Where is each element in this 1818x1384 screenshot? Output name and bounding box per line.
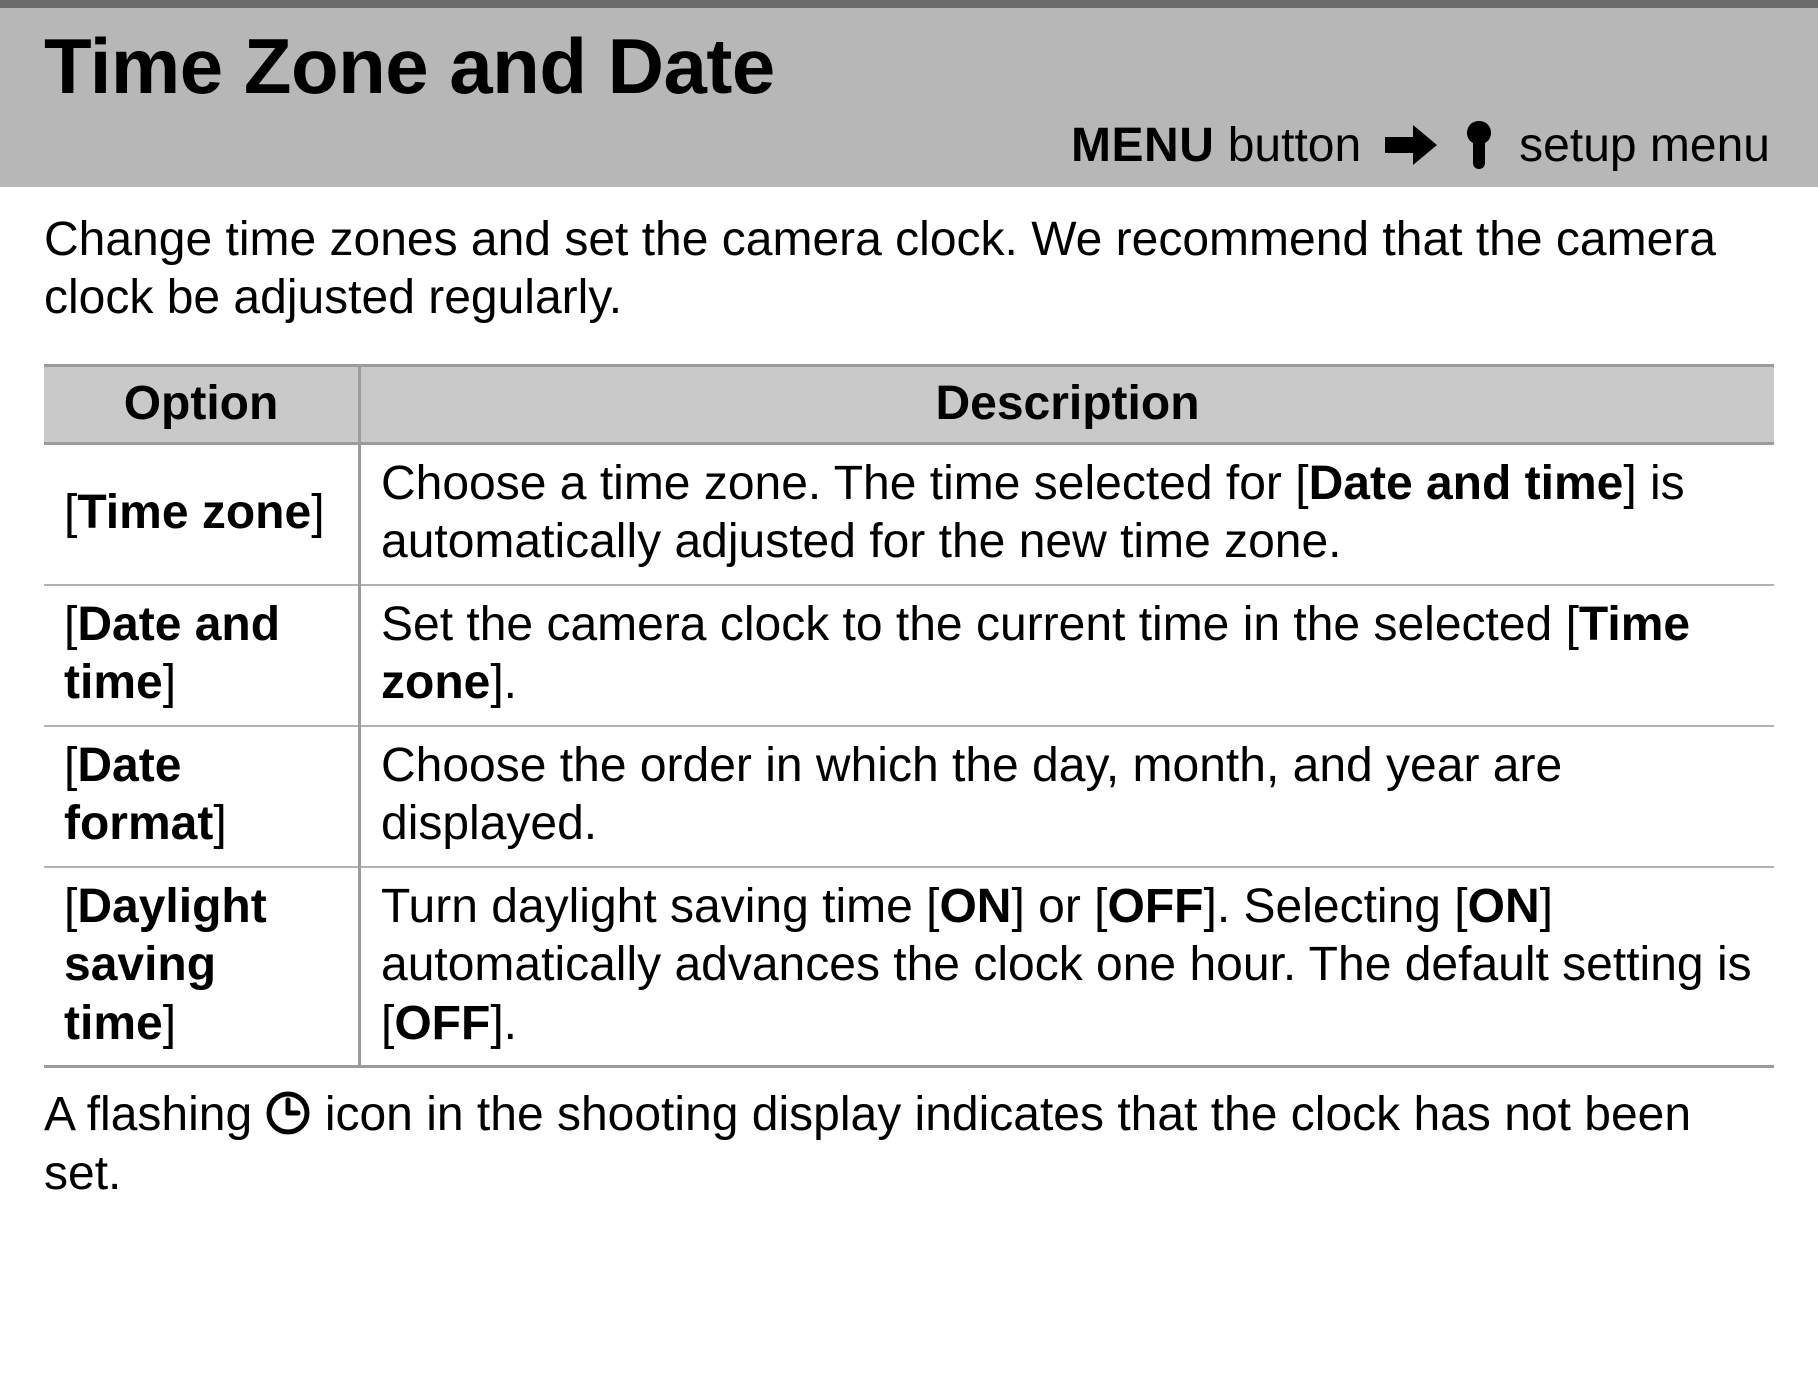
clock-icon [265,1090,311,1136]
table-header-row: Option Description [44,365,1774,443]
description-cell: Choose a time zone. The time selected fo… [360,443,1775,585]
table-row: [Time zone] Choose a time zone. The time… [44,443,1774,585]
footnote-before: A flashing [44,1088,265,1141]
menu-button-label: MENU button [1071,118,1361,173]
body: Change time zones and set the camera clo… [0,187,1818,1204]
page: Time Zone and Date MENU button setup men… [0,0,1818,1204]
col-description: Description [360,365,1775,443]
table-row: [Date format] Choose the order in which … [44,726,1774,867]
table-row: [Date and time] Set the camera clock to … [44,585,1774,726]
arrow-right-icon [1383,123,1439,167]
setup-menu-label: setup menu [1519,118,1770,173]
description-cell: Choose the order in which the day, month… [360,726,1775,867]
footnote: A flashing icon in the shooting display … [44,1086,1774,1203]
description-cell: Set the camera clock to the current time… [360,585,1775,726]
col-option: Option [44,365,360,443]
table-row: [Daylight saving time] Turn daylight sav… [44,867,1774,1067]
option-cell: [Daylight saving time] [44,867,360,1067]
option-cell: [Date format] [44,726,360,867]
breadcrumb: MENU button setup menu [44,118,1774,173]
options-table: Option Description [Time zone] Choose a … [44,364,1774,1068]
option-cell: [Date and time] [44,585,360,726]
top-rule [0,0,1818,8]
header: Time Zone and Date MENU button setup men… [0,8,1818,187]
option-cell: [Time zone] [44,443,360,585]
wrench-icon [1461,119,1497,171]
intro-text: Change time zones and set the camera clo… [44,211,1774,328]
menu-label: MENU [1071,119,1214,172]
description-cell: Turn daylight saving time [ON] or [OFF].… [360,867,1775,1067]
page-title: Time Zone and Date [44,26,1774,108]
button-text: button [1228,119,1361,172]
